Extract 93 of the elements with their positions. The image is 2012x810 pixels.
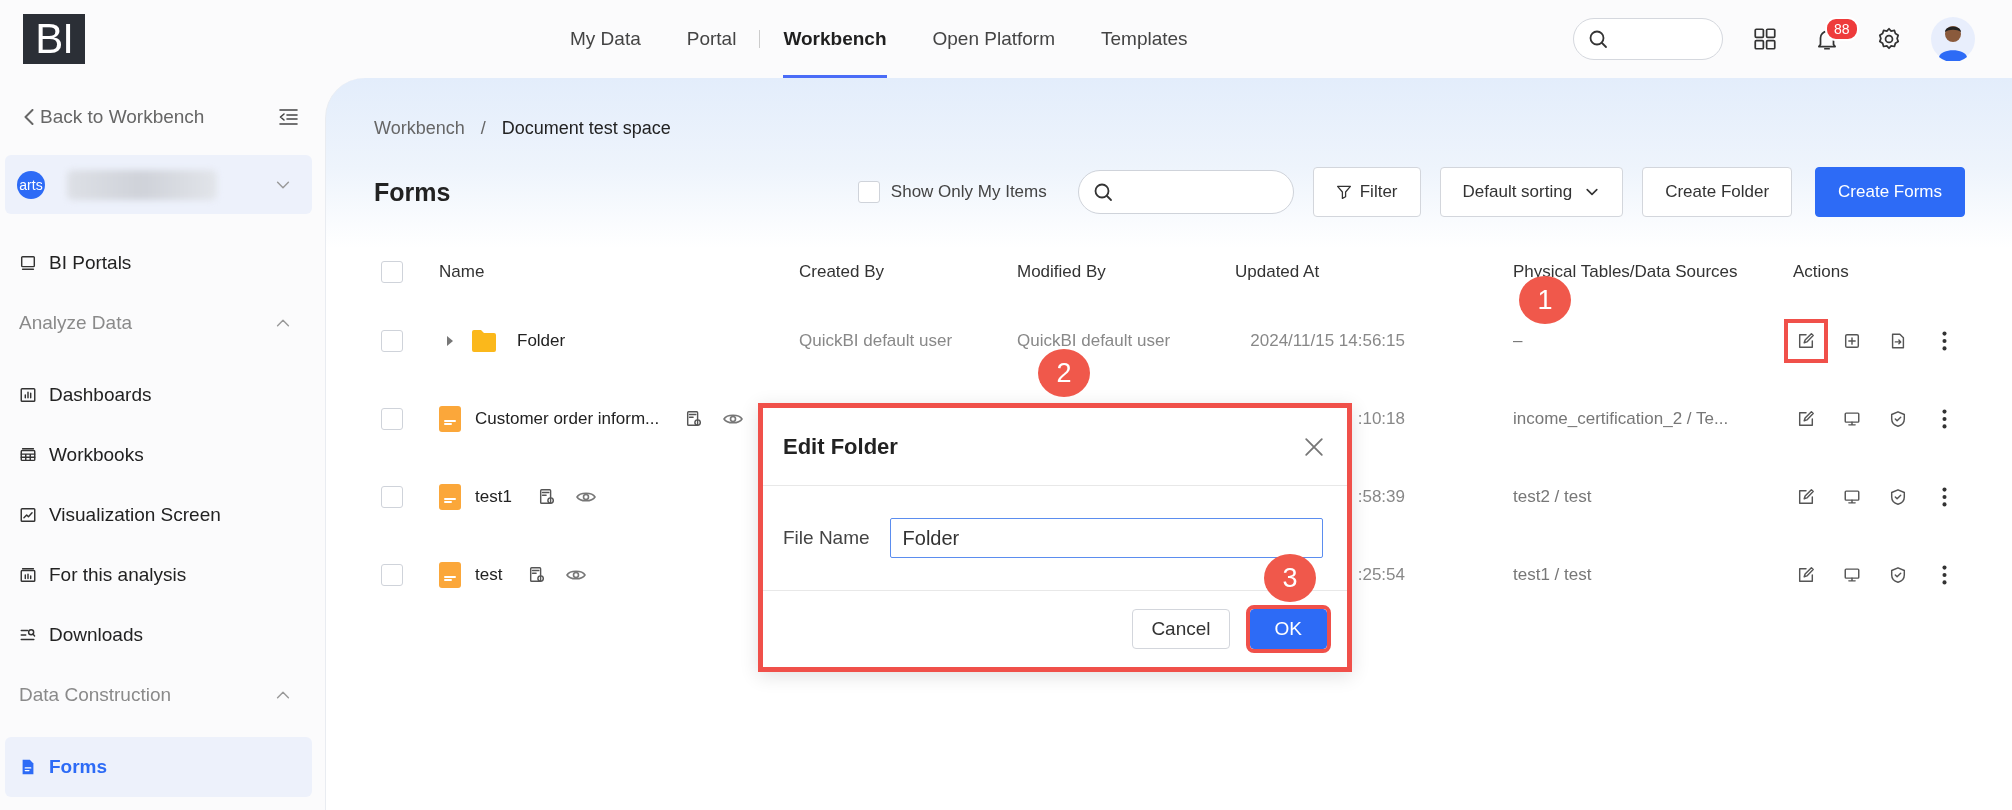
line-chart-icon: [19, 506, 37, 524]
table-icon: [19, 446, 37, 464]
table-cell: :10:18: [1357, 409, 1405, 429]
cancel-button[interactable]: Cancel: [1132, 609, 1230, 649]
document-icon: [439, 562, 461, 588]
monitor-icon: [1843, 410, 1861, 428]
document-icon: [439, 484, 461, 510]
eye-icon[interactable]: [575, 490, 596, 504]
monitor-icon: [1843, 488, 1861, 506]
notification-count: 88: [1825, 17, 1859, 41]
sidebar-item[interactable]: Downloads: [5, 605, 312, 665]
search-icon: [1092, 182, 1113, 202]
chevron-left-icon: [24, 109, 34, 125]
document-icon: [439, 406, 461, 432]
edit-button[interactable]: [1784, 319, 1828, 363]
checkbox-label: Show Only My Items: [890, 182, 1047, 202]
edit-icon: [1797, 566, 1815, 584]
checkbox[interactable]: [381, 564, 403, 586]
more-icon: [1941, 487, 1947, 507]
sidebar-item[interactable]: BI Portals: [5, 233, 312, 293]
table-cell: QuickBI default user: [1017, 331, 1171, 350]
column-header: Updated At: [1235, 262, 1321, 282]
column-header: Modified By: [1017, 262, 1107, 282]
dialog-title: Edit Folder: [783, 433, 898, 460]
filter-icon: [1335, 184, 1352, 200]
search-field[interactable]: [1077, 170, 1294, 214]
sidebar-item[interactable]: Dashboards: [5, 365, 312, 425]
create-folder-button[interactable]: Create Folder: [1642, 167, 1793, 217]
edit-icon: [1797, 488, 1815, 506]
workspace-selector[interactable]: arts: [5, 155, 312, 214]
page-title: Forms: [374, 177, 451, 207]
back-link[interactable]: Back to Workbench: [24, 106, 205, 128]
shield-check-icon: [1889, 566, 1907, 584]
checkbox[interactable]: [381, 261, 403, 283]
sidebar-item[interactable]: For this analysis: [5, 545, 312, 605]
breadcrumb-item[interactable]: Workbench: [374, 117, 465, 139]
eye-icon[interactable]: [566, 568, 587, 582]
table-settings-icon[interactable]: [528, 566, 547, 584]
filter-button[interactable]: Filter: [1312, 167, 1421, 217]
add-icon: [1843, 332, 1861, 350]
sidebar-item[interactable]: Visualization Screen: [5, 485, 312, 545]
sidebar-item[interactable]: Forms: [5, 737, 312, 797]
row-name[interactable]: test1: [475, 487, 512, 507]
more-icon: [1941, 409, 1947, 429]
table-cell: test1 / test: [1513, 565, 1592, 584]
more-icon: [1941, 331, 1947, 351]
field-label: File Name: [783, 527, 870, 549]
row-name[interactable]: Folder: [517, 331, 566, 351]
logo[interactable]: BI: [23, 14, 85, 64]
more-icon: [1941, 565, 1947, 585]
expand-caret-icon[interactable]: [445, 335, 455, 347]
table-cell: QuickBI default user: [799, 331, 953, 350]
table-cell: :25:54: [1357, 565, 1405, 585]
row-name[interactable]: Customer order inform...: [475, 409, 660, 429]
breadcrumb-separator: /: [480, 117, 486, 139]
folder-icon: [471, 329, 497, 353]
table-settings-icon[interactable]: [537, 488, 556, 506]
search-field[interactable]: [1573, 18, 1723, 60]
edit-icon: [1797, 332, 1815, 350]
nav-tab[interactable]: My Data: [570, 0, 641, 78]
table-cell: :58:39: [1357, 487, 1405, 507]
sidebar-item[interactable]: Workbooks: [5, 425, 312, 485]
checkbox[interactable]: [381, 330, 403, 352]
nav-tab[interactable]: Open Platform: [932, 0, 1055, 78]
checkbox[interactable]: [381, 408, 403, 430]
table-cell: 2024/11/15 14:56:15: [1250, 331, 1405, 351]
table-cell: –: [1513, 331, 1523, 350]
monitor-icon: [19, 254, 37, 272]
search-icon: [1588, 29, 1608, 49]
checkbox[interactable]: [381, 486, 403, 508]
file-name-field[interactable]: Folder: [889, 518, 1323, 558]
create-forms-button[interactable]: Create Forms: [1815, 167, 1965, 217]
sorting-dropdown[interactable]: Default sorting: [1439, 167, 1624, 217]
chart-panel-icon: [19, 566, 37, 584]
eye-icon[interactable]: [723, 412, 744, 426]
nav-tab[interactable]: Templates: [1101, 0, 1188, 78]
checkbox[interactable]: [857, 181, 880, 203]
row-name[interactable]: test: [475, 565, 503, 585]
monitor-icon: [1843, 566, 1861, 584]
file-arrow-icon: [1889, 332, 1907, 350]
column-header: Actions: [1793, 262, 1850, 282]
table-settings-icon[interactable]: [685, 410, 704, 428]
column-header: Created By: [799, 262, 886, 282]
nav-tab[interactable]: Portal: [686, 0, 737, 78]
avatar[interactable]: [1931, 17, 1975, 61]
bar-chart-icon: [19, 386, 37, 404]
edit-icon: [1797, 410, 1815, 428]
table-cell: income_certification_2 / Te...: [1513, 409, 1729, 428]
breadcrumb-item: Document test space: [501, 117, 671, 139]
shield-check-icon: [1889, 488, 1907, 506]
column-header: Name: [439, 262, 486, 282]
shield-check-icon: [1889, 410, 1907, 428]
table-cell: test2 / test: [1513, 487, 1592, 506]
